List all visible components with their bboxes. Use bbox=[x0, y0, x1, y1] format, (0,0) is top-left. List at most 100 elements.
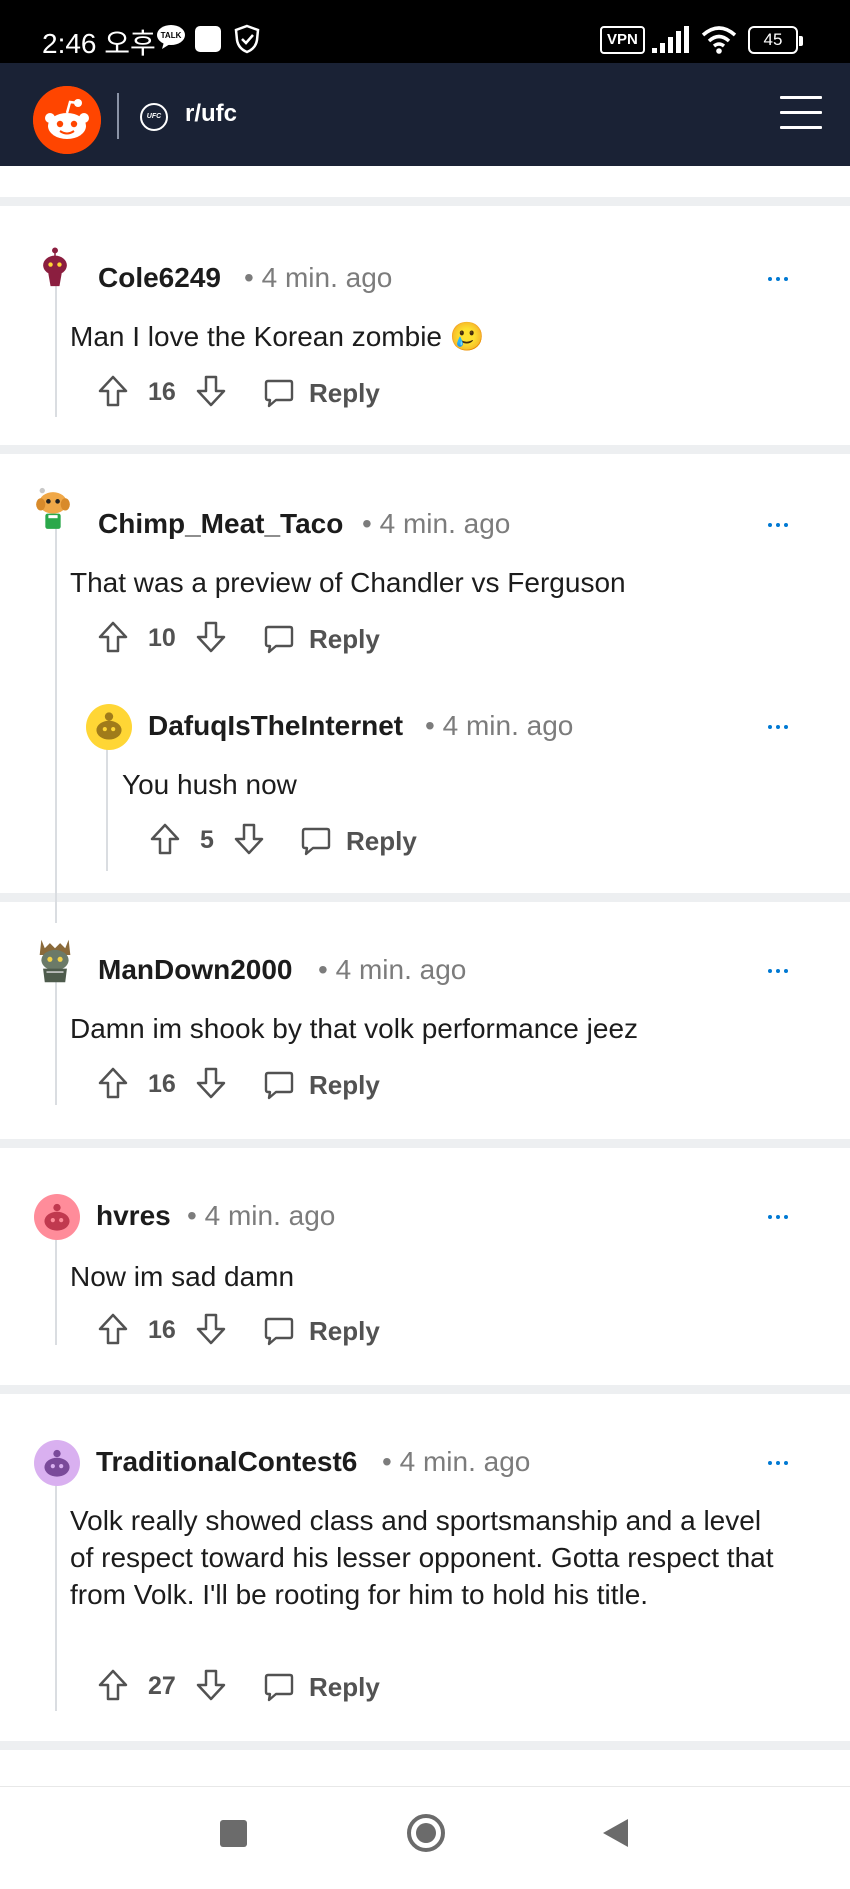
comment-cole6249: Cole6249 • 4 min. ago Man I love the Kor… bbox=[0, 206, 850, 445]
comment-actions: 16 Reply bbox=[98, 374, 398, 414]
comment-mandown2000: ManDown2000 • 4 min. ago Damn im shook b… bbox=[0, 902, 850, 1139]
comment-time: • 4 min. ago bbox=[362, 508, 511, 539]
comment-username[interactable]: Cole6249 bbox=[98, 262, 221, 294]
avatar[interactable] bbox=[30, 486, 76, 532]
app-header: UFC r/ufc bbox=[0, 63, 850, 166]
battery-indicator: 45 bbox=[748, 26, 803, 54]
separator bbox=[0, 893, 850, 902]
reply-button[interactable]: Reply bbox=[346, 826, 417, 857]
comment-bubble-icon[interactable] bbox=[263, 1671, 295, 1703]
avatar[interactable] bbox=[34, 1440, 80, 1486]
avatar[interactable] bbox=[34, 1194, 80, 1240]
separator bbox=[0, 197, 850, 206]
reply-button[interactable]: Reply bbox=[309, 1070, 380, 1101]
comment-actions: 16 Reply bbox=[98, 1066, 398, 1106]
downvote-icon[interactable] bbox=[234, 822, 264, 856]
comment-time: • 4 min. ago bbox=[318, 954, 467, 985]
more-dots-icon[interactable] bbox=[766, 966, 796, 976]
talk-icon: TALK bbox=[157, 25, 185, 49]
separator bbox=[0, 1741, 850, 1750]
comment-actions: 10 Reply bbox=[98, 620, 398, 660]
comment-time: • 4 min. ago bbox=[425, 710, 574, 741]
upvote-icon[interactable] bbox=[98, 374, 128, 408]
comment-bubble-icon[interactable] bbox=[300, 825, 332, 857]
back-icon[interactable] bbox=[600, 1817, 630, 1849]
comment-bubble-icon[interactable] bbox=[263, 623, 295, 655]
downvote-icon[interactable] bbox=[196, 1668, 226, 1702]
comment-time: • 4 min. ago bbox=[244, 262, 393, 293]
separator bbox=[0, 445, 850, 454]
thread-line bbox=[55, 974, 57, 1105]
downvote-icon[interactable] bbox=[196, 1066, 226, 1100]
downvote-icon[interactable] bbox=[196, 620, 226, 654]
comment-body: Man I love the Korean zombie 🥲 bbox=[70, 321, 485, 352]
thread-line bbox=[55, 1462, 57, 1711]
downvote-icon[interactable] bbox=[196, 1312, 226, 1346]
avatar[interactable] bbox=[86, 704, 132, 750]
upvote-icon[interactable] bbox=[98, 620, 128, 654]
comment-username[interactable]: TraditionalContest6 bbox=[96, 1446, 357, 1478]
ufc-icon[interactable]: UFC bbox=[140, 103, 168, 131]
reply-button[interactable]: Reply bbox=[309, 1316, 380, 1347]
comment-username[interactable]: ManDown2000 bbox=[98, 954, 293, 986]
comment-username[interactable]: DafuqIsTheInternet bbox=[148, 710, 403, 742]
more-dots-icon[interactable] bbox=[766, 1212, 796, 1222]
more-dots-icon[interactable] bbox=[766, 1458, 796, 1468]
downvote-icon[interactable] bbox=[196, 374, 226, 408]
status-time: 2:46 오후 bbox=[42, 28, 156, 59]
header-divider bbox=[117, 93, 119, 139]
comment-actions: 5 Reply bbox=[150, 822, 430, 862]
comment-body: You hush now bbox=[122, 769, 297, 800]
menu-icon[interactable] bbox=[780, 96, 822, 132]
vote-count: 16 bbox=[148, 378, 176, 406]
reddit-logo-icon[interactable] bbox=[33, 86, 101, 154]
reply-button[interactable]: Reply bbox=[309, 1672, 380, 1703]
recents-icon[interactable] bbox=[220, 1820, 247, 1847]
more-dots-icon[interactable] bbox=[766, 520, 796, 530]
vote-count: 5 bbox=[200, 826, 214, 854]
svg-text:TALK: TALK bbox=[161, 31, 182, 40]
more-dots-icon[interactable] bbox=[766, 274, 796, 284]
comment-bubble-icon[interactable] bbox=[263, 377, 295, 409]
vote-count: 10 bbox=[148, 624, 176, 652]
comment-body: Damn im shook by that volk performance j… bbox=[70, 1013, 639, 1044]
upvote-icon[interactable] bbox=[98, 1312, 128, 1346]
comment-time: • 4 min. ago bbox=[187, 1200, 336, 1231]
vpn-indicator: VPN bbox=[600, 26, 645, 54]
comment-time: • 4 min. ago bbox=[382, 1446, 531, 1477]
upvote-icon[interactable] bbox=[98, 1668, 128, 1702]
comment-body: Now im sad damn bbox=[70, 1261, 295, 1292]
comment-bubble-icon[interactable] bbox=[263, 1069, 295, 1101]
wifi-icon bbox=[701, 26, 737, 54]
comment-chimp-meat-taco: Chimp_Meat_Taco • 4 min. ago That was a … bbox=[0, 454, 850, 923]
thread-line bbox=[55, 522, 57, 923]
subreddit-name[interactable]: r/ufc bbox=[185, 100, 237, 128]
reply-button[interactable]: Reply bbox=[309, 378, 380, 409]
vote-count: 27 bbox=[148, 1672, 176, 1700]
comment-username[interactable]: hvres bbox=[96, 1200, 171, 1232]
signal-icon bbox=[652, 26, 689, 53]
home-icon[interactable] bbox=[406, 1813, 446, 1853]
status-bar: 2:46 오후 TALK VPN 45 bbox=[0, 0, 850, 63]
reddit-mobile-screen: 2:46 오후 TALK VPN 45 UFC r/ufc Cole6249 •… bbox=[0, 0, 850, 1889]
more-dots-icon[interactable] bbox=[766, 722, 796, 732]
comment-body: That was a preview of Chandler vs Fergus… bbox=[70, 567, 626, 598]
comment-body: Volk really showed class and sportsmansh… bbox=[70, 1505, 774, 1610]
comment-bubble-icon[interactable] bbox=[263, 1315, 295, 1347]
comment-actions: 16 Reply bbox=[98, 1312, 398, 1352]
comment-traditionalcontest6: TraditionalContest6 • 4 min. ago Volk re… bbox=[0, 1394, 850, 1741]
shield-check-icon bbox=[234, 24, 260, 54]
reply-button[interactable]: Reply bbox=[309, 624, 380, 655]
vote-count: 16 bbox=[148, 1316, 176, 1344]
thread-line bbox=[55, 278, 57, 417]
vote-count: 16 bbox=[148, 1070, 176, 1098]
avatar[interactable] bbox=[32, 938, 78, 984]
separator bbox=[0, 1139, 850, 1148]
comment-hvres: hvres • 4 min. ago Now im sad damn 16 Re… bbox=[0, 1148, 850, 1385]
avatar[interactable] bbox=[32, 246, 78, 292]
upvote-icon[interactable] bbox=[98, 1066, 128, 1100]
comment-username[interactable]: Chimp_Meat_Taco bbox=[98, 508, 343, 540]
square-icon bbox=[195, 26, 221, 52]
upvote-icon[interactable] bbox=[150, 822, 180, 856]
separator bbox=[0, 1385, 850, 1394]
